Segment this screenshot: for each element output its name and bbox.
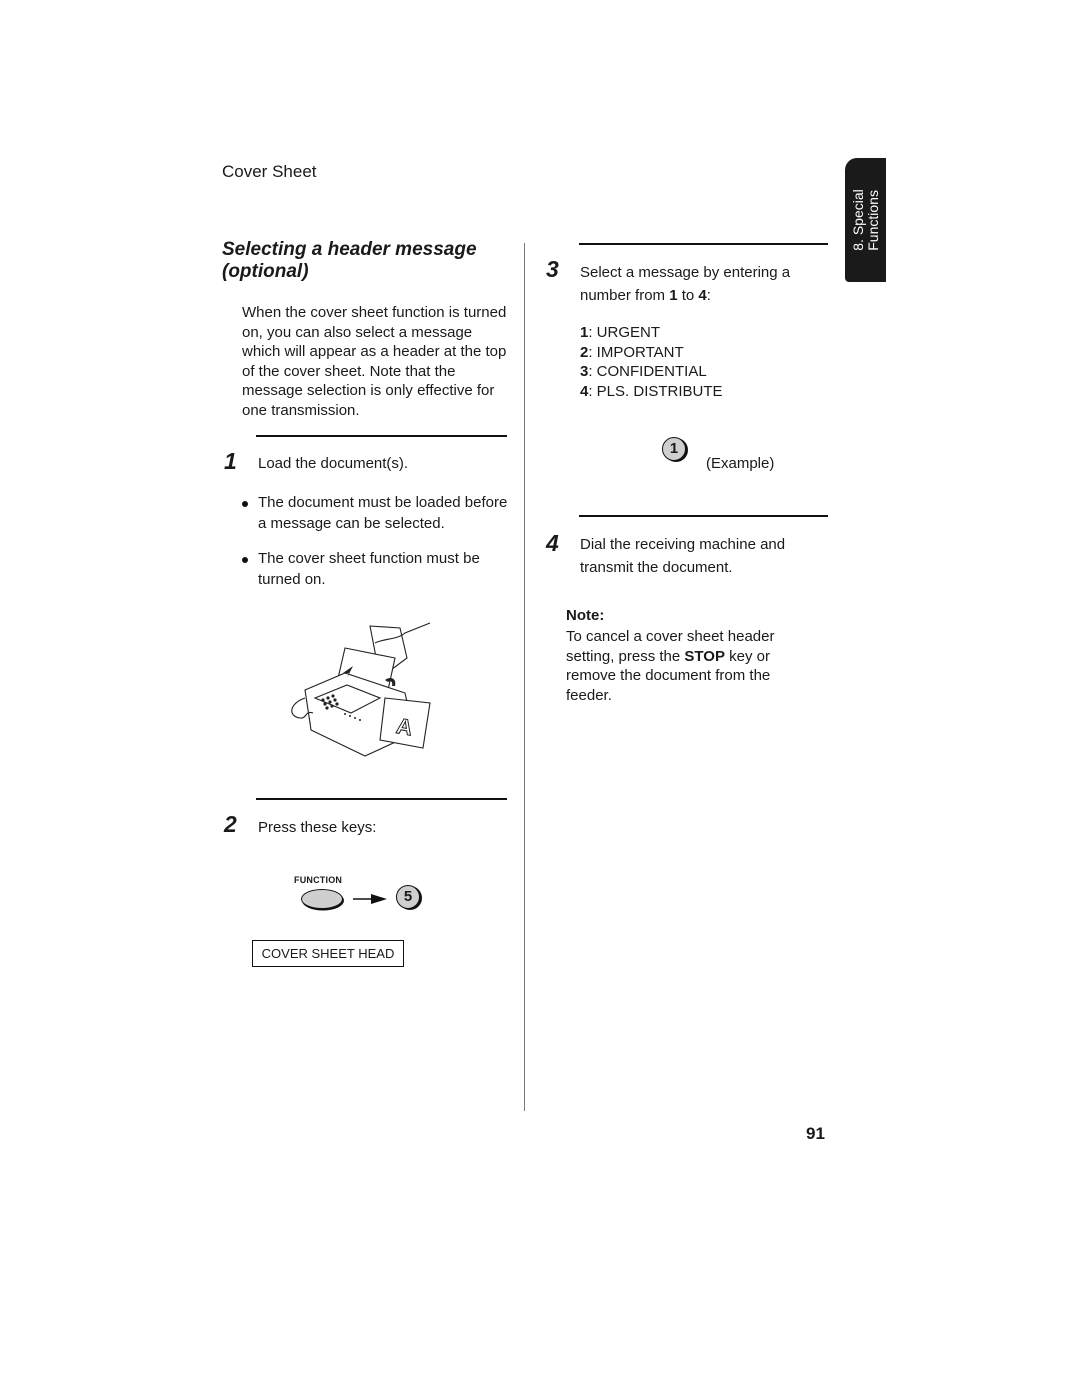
lcd-display-readout: COVER SHEET HEAD — [252, 940, 404, 967]
option-item: 3: CONFIDENTIAL — [580, 362, 723, 382]
step-1-text: Load the document(s). — [258, 455, 409, 472]
note-label: Note: — [566, 607, 605, 624]
option-label: : IMPORTANT — [588, 343, 684, 361]
chapter-tab-line-2: Functions — [864, 190, 881, 251]
option-label: : CONFIDENTIAL — [588, 363, 707, 381]
step-1-bullet: The document must be loaded before a mes… — [242, 493, 512, 534]
option-item: 1: URGENT — [580, 323, 723, 343]
step-3-text: Select a message by entering a number fr… — [580, 261, 820, 307]
bullet-icon — [242, 557, 248, 563]
function-key-label: FUNCTION — [294, 875, 343, 885]
step-3-range-end: 4 — [698, 287, 707, 304]
step-2-number: 2 — [224, 811, 237, 837]
number-key-1-icon: 1 — [662, 437, 686, 461]
section-title: Cover Sheet — [222, 162, 317, 181]
chapter-tab: 8. Special Functions — [845, 158, 886, 282]
chapter-tab-line-1: 8. Special — [849, 189, 866, 251]
chapter-tab-label: 8. Special Functions — [849, 189, 881, 251]
fax-machine-illustration: A — [291, 622, 431, 757]
step-1-divider — [256, 435, 507, 437]
step-3-range-start: 1 — [669, 287, 678, 304]
bullet-icon — [242, 501, 248, 507]
option-label: : URGENT — [588, 324, 661, 341]
stop-key-name: STOP — [684, 647, 725, 665]
option-item: 2: IMPORTANT — [580, 343, 723, 363]
note-text: To cancel a cover sheet header setting, … — [566, 627, 806, 705]
intro-paragraph: When the cover sheet function is turned … — [242, 304, 507, 419]
function-key-icon — [301, 889, 343, 909]
page-number: 91 — [806, 1124, 825, 1143]
step-3-number: 3 — [546, 256, 559, 282]
step-4-divider — [579, 515, 828, 517]
arrow-right-icon — [353, 894, 387, 904]
step-3-text-part: to — [677, 287, 699, 304]
step-2-text: Press these keys: — [258, 819, 377, 836]
option-item: 4: PLS. DISTRIBUTE — [580, 382, 723, 402]
step-4-text: Dial the receiving machine and transmit … — [580, 536, 786, 576]
number-key-5-icon: 5 — [396, 885, 420, 909]
header-message-options: 1: URGENT 2: IMPORTANT 3: CONFIDENTIAL 4… — [580, 323, 723, 402]
step-3-divider — [579, 243, 828, 245]
page-heading: Selecting a header message (optional) — [222, 239, 477, 282]
step-1-bullet: The cover sheet function must be turned … — [242, 549, 512, 590]
step-3-text-part: : — [706, 287, 711, 304]
bullet-text: The document must be loaded before a mes… — [258, 494, 508, 532]
option-label: : PLS. DISTRIBUTE — [588, 383, 723, 401]
step-4-number: 4 — [546, 530, 559, 556]
example-label: (Example) — [706, 455, 775, 472]
step-1-number: 1 — [224, 448, 237, 474]
column-divider — [524, 243, 525, 1111]
bullet-text: The cover sheet function must be turned … — [258, 550, 480, 588]
step-2-divider — [256, 798, 507, 800]
